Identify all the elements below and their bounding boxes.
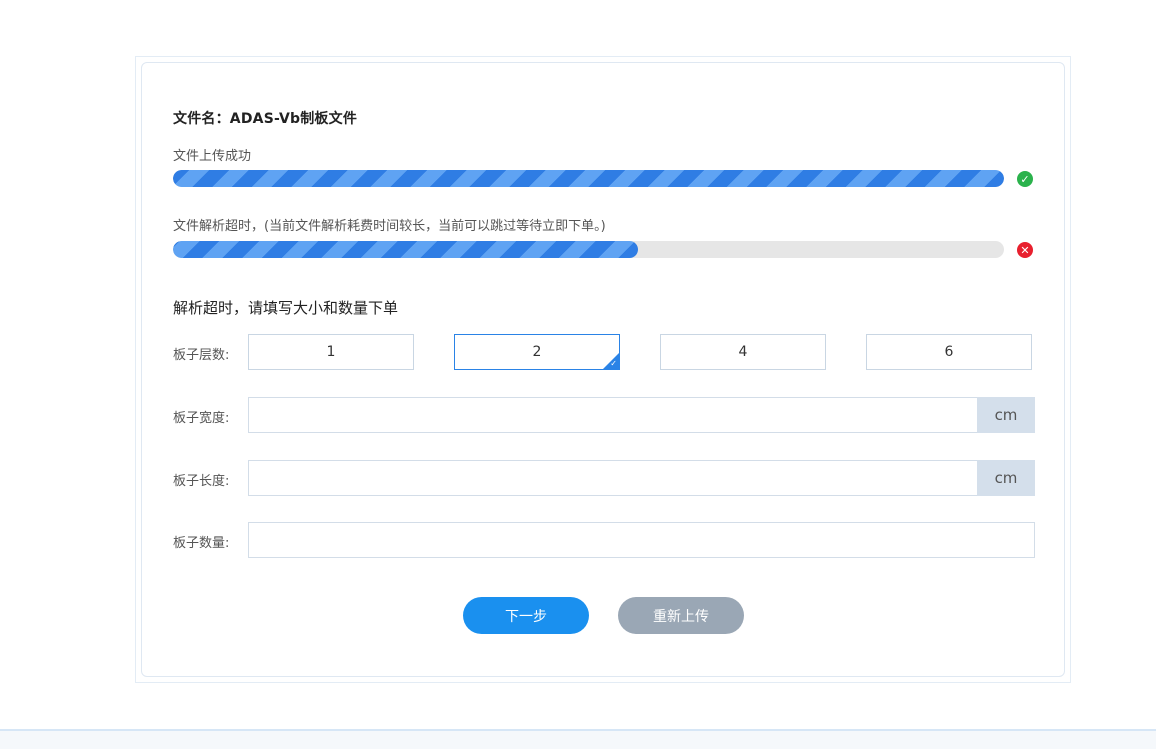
length-label: 板子长度:: [173, 474, 230, 489]
layer-option-4[interactable]: 4: [660, 334, 826, 370]
length-unit: cm: [977, 460, 1035, 496]
error-circle-icon: ✕: [1017, 242, 1033, 258]
width-label: 板子宽度:: [173, 411, 230, 426]
layer-option-6[interactable]: 6: [866, 334, 1032, 370]
quantity-input[interactable]: [248, 522, 1035, 558]
next-button[interactable]: 下一步: [463, 597, 589, 634]
length-input[interactable]: [248, 460, 978, 496]
reupload-button[interactable]: 重新上传: [618, 597, 744, 634]
layer-option-1[interactable]: 1: [248, 334, 414, 370]
upload-progress-bar: [173, 170, 1004, 187]
layers-label: 板子层数:: [173, 348, 230, 363]
layer-option-2[interactable]: 2 ✓: [454, 334, 620, 370]
check-icon: ✓: [610, 359, 617, 368]
check-circle-icon: ✓: [1017, 171, 1033, 187]
width-unit: cm: [977, 397, 1035, 433]
file-name: 文件名：ADAS-Vb制板文件: [173, 111, 358, 127]
width-input[interactable]: [248, 397, 978, 433]
parse-progress-fill: [173, 241, 639, 258]
parse-progress-bar: [173, 241, 1004, 258]
upload-progress-fill: [173, 170, 1004, 187]
quantity-label: 板子数量:: [173, 536, 230, 551]
layer-option-label: 6: [944, 344, 954, 360]
form-heading: 解析超时，请填写大小和数量下单: [173, 299, 399, 317]
footer-bar: [0, 729, 1156, 749]
layer-option-label: 4: [738, 344, 748, 360]
upload-status-text: 文件上传成功: [173, 149, 252, 164]
parse-status-text: 文件解析超时，(当前文件解析耗费时间较长，当前可以跳过等待立即下单。): [173, 219, 606, 234]
layer-option-label: 2: [532, 344, 542, 360]
layer-option-label: 1: [326, 344, 336, 360]
